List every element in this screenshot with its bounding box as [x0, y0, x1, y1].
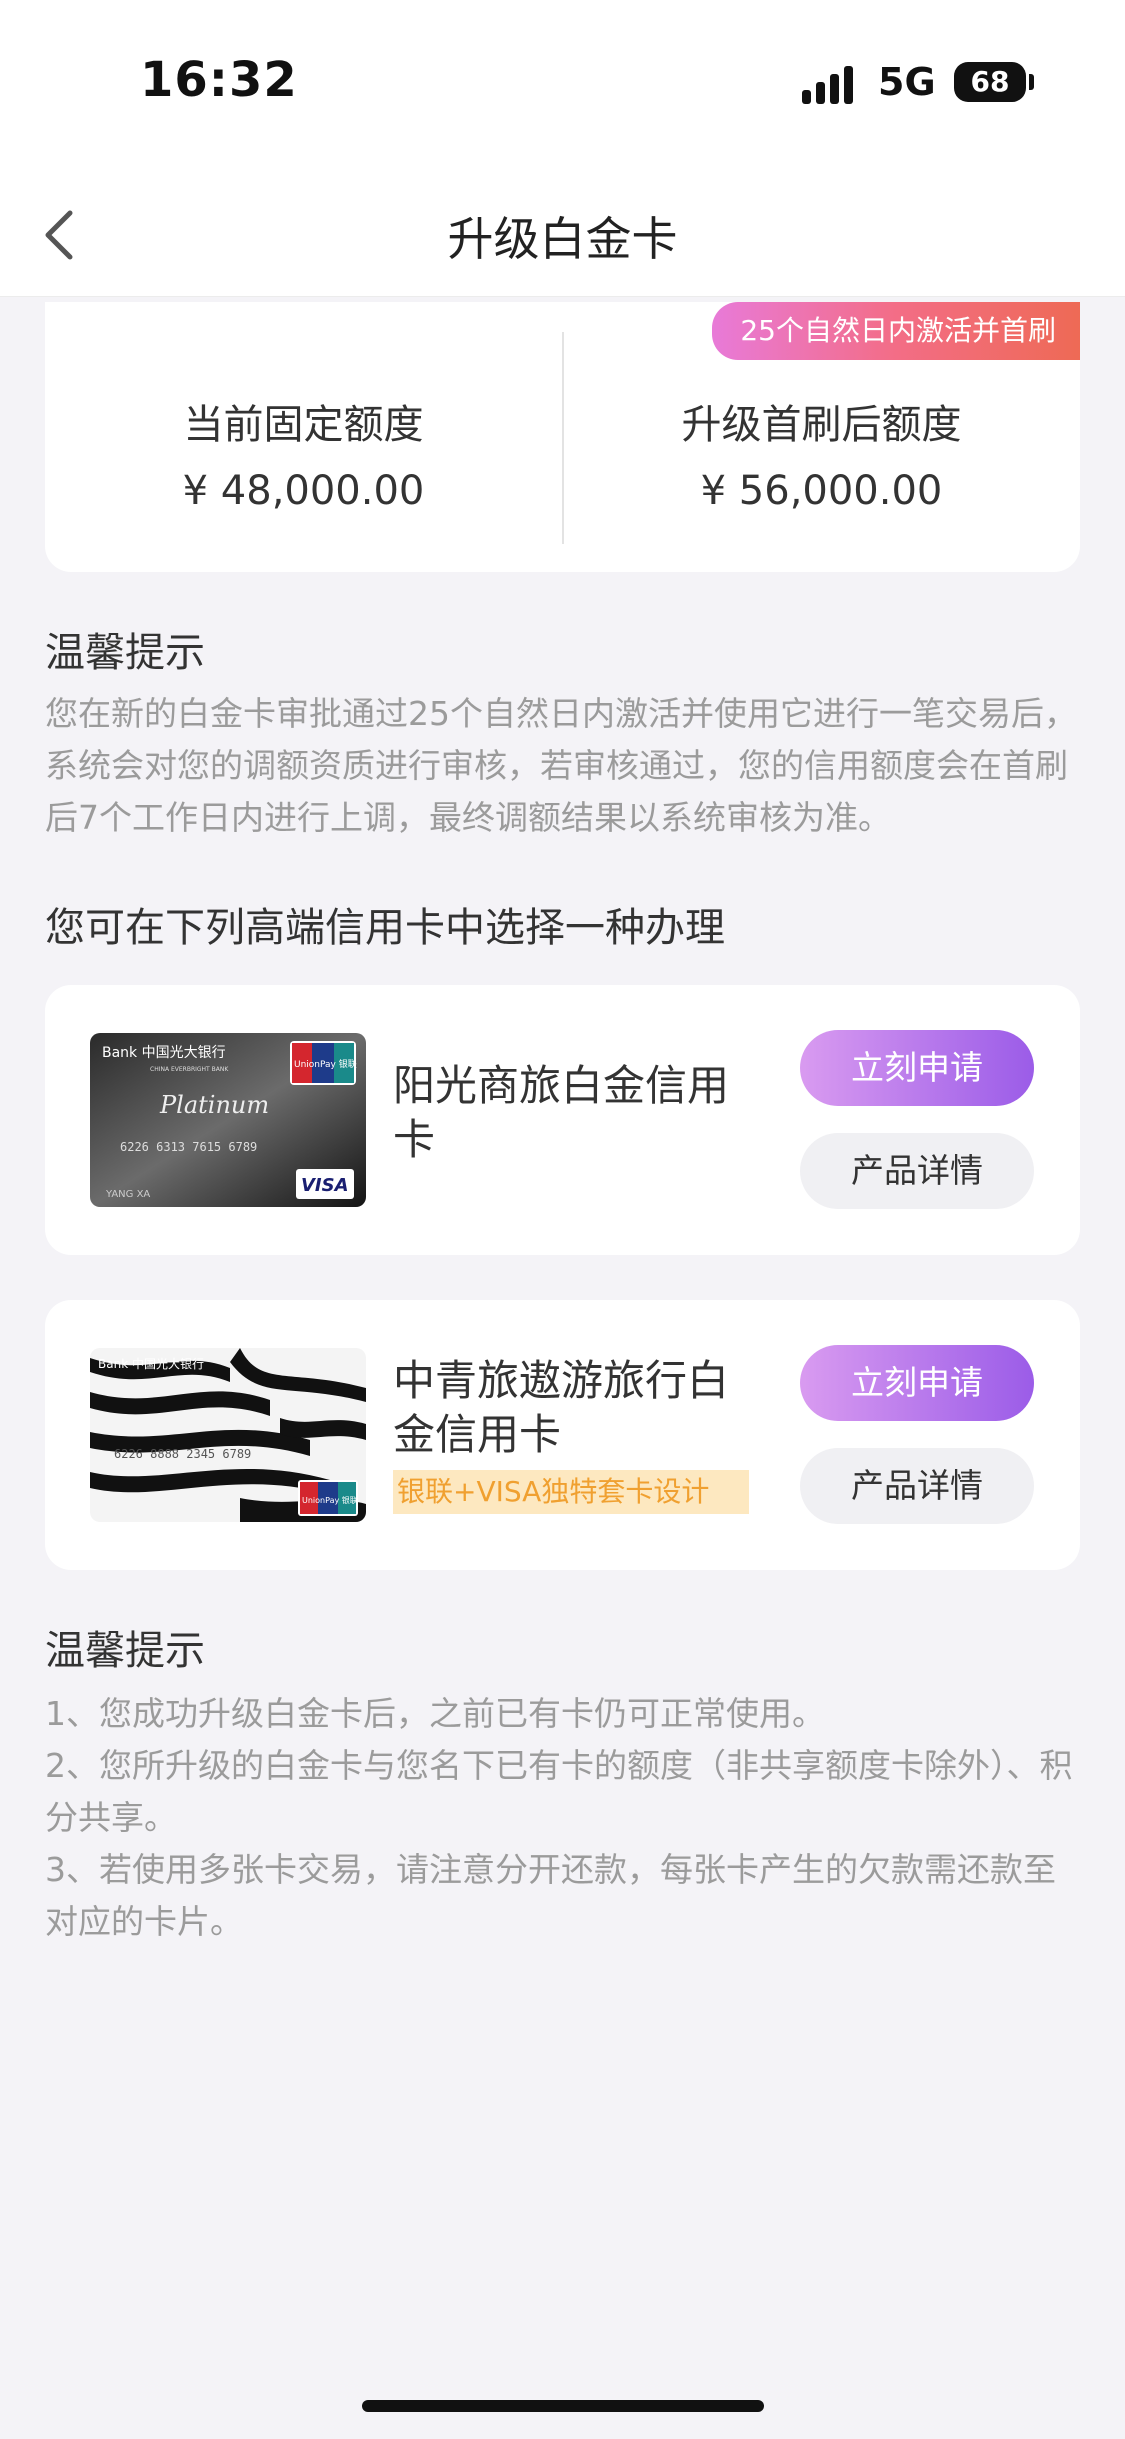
card-unionpay-text: UnionPay 银联: [302, 1495, 358, 1505]
tip-list: 1、您成功升级白金卡后，之前已有卡仍可正常使用。 2、您所升级的白金卡与您名下已…: [45, 1688, 1085, 1948]
card-image-cyts: Bank 中国光大银行 6226 8888 2345 6789 UnionPay…: [90, 1348, 366, 1522]
quota-card: 25个自然日内激活并首刷 当前固定额度 ¥ 48,000.00 升级首刷后额度 …: [45, 302, 1080, 572]
product-card-cyts: Bank 中国光大银行 6226 8888 2345 6789 UnionPay…: [45, 1300, 1080, 1570]
tip-title: 温馨提示: [45, 630, 205, 676]
upgrade-quota-label: 升级首刷后额度: [681, 402, 962, 448]
tip-title-2: 温馨提示: [45, 1628, 205, 1674]
card-number-text: 6226 8888 2345 6789: [114, 1447, 251, 1461]
choose-card-title: 您可在下列高端信用卡中选择一种办理: [45, 905, 725, 951]
nav-bar: 升级白金卡: [0, 165, 1125, 297]
tip-item: 3、若使用多张卡交易，请注意分开还款，每张卡产生的欠款需还款至对应的卡片。: [45, 1850, 1056, 1941]
home-indicator: [362, 2400, 764, 2412]
product-detail-button[interactable]: 产品详情: [800, 1133, 1034, 1209]
card-visa-text: VISA: [301, 1175, 349, 1196]
product-name: 阳光商旅白金信用卡: [393, 1061, 730, 1164]
apply-button[interactable]: 立刻申请: [800, 1030, 1034, 1106]
card-bank-text: Bank 中国光大银行: [102, 1045, 226, 1061]
battery-icon: 68: [954, 62, 1026, 102]
current-quota-label: 当前固定额度: [183, 402, 424, 448]
tip-item: 1、您成功升级白金卡后，之前已有卡仍可正常使用。: [45, 1694, 825, 1733]
product-detail-button[interactable]: 产品详情: [800, 1448, 1034, 1524]
product-card-sunshine: Bank 中国光大银行 CHINA EVERBRIGHT BANK UnionP…: [45, 985, 1080, 1255]
tip-item: 2、您所升级的白金卡与您名下已有卡的额度（非共享额度卡除外）、积分共享。: [45, 1746, 1073, 1837]
status-time: 16:32: [140, 52, 298, 108]
upgrade-quota: 升级首刷后额度 ¥ 56,000.00: [563, 392, 1080, 514]
product-tag: 银联+VISA独特套卡设计: [393, 1470, 749, 1514]
card-image-sunshine: Bank 中国光大银行 CHINA EVERBRIGHT BANK UnionP…: [90, 1033, 366, 1207]
current-quota-value: ¥ 48,000.00: [182, 468, 425, 514]
card-bank-text: Bank 中国光大银行: [98, 1356, 204, 1371]
upgrade-quota-value: ¥ 56,000.00: [700, 468, 943, 514]
card-bank-en-text: CHINA EVERBRIGHT BANK: [150, 1066, 229, 1073]
activation-badge: 25个自然日内激活并首刷: [712, 302, 1080, 360]
status-bar: 16:32 5G 68: [0, 0, 1125, 165]
product-name: 中青旅遨游旅行白金信用卡: [393, 1356, 730, 1459]
tip-text: 您在新的白金卡审批通过25个自然日内激活并使用它进行一笔交易后，系统会对您的调额…: [45, 694, 1077, 837]
network-type: 5G: [878, 60, 936, 104]
card-unionpay-text: UnionPay 银联: [294, 1058, 357, 1070]
card-holder-text: YANG XA: [105, 1189, 150, 1200]
apply-button[interactable]: 立刻申请: [800, 1345, 1034, 1421]
page-title: 升级白金卡: [447, 212, 678, 266]
card-number-text: 6226 6313 7615 6789: [120, 1140, 257, 1154]
current-quota: 当前固定额度 ¥ 48,000.00: [45, 392, 562, 514]
card-series-text: Platinum: [159, 1091, 269, 1119]
battery-tip: [1029, 74, 1034, 90]
cellular-signal-icon: [802, 64, 858, 104]
